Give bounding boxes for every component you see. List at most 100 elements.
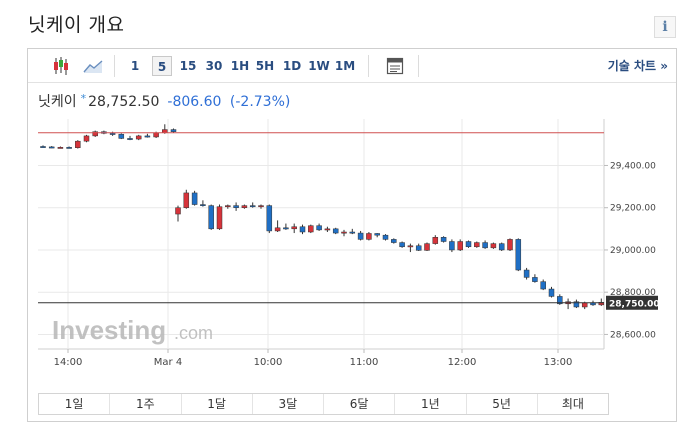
candle-body [440, 237, 447, 242]
candle [424, 242, 430, 252]
candle-body [498, 243, 505, 251]
candle-body [249, 205, 256, 208]
range-1w[interactable]: 1주 [110, 394, 182, 414]
candle [127, 135, 133, 141]
candle-body [48, 146, 55, 149]
chart-widget: 1 5 15 30 1H 5H 1D 1W 1M 기술 차트 » 닛케이 * 28,… [27, 48, 677, 422]
candle [490, 242, 497, 249]
candle [548, 286, 555, 298]
candle [540, 279, 546, 291]
candle [191, 190, 198, 206]
candle [507, 238, 513, 252]
candle [118, 133, 125, 140]
candle [274, 220, 281, 232]
candle-body [109, 133, 116, 135]
candle [407, 243, 414, 253]
candle-body [465, 241, 472, 248]
y-tick-label: 28,600.00 [610, 330, 656, 340]
candle-body [415, 245, 422, 251]
candle [465, 240, 472, 248]
candle-body [283, 227, 289, 230]
candle-body [291, 226, 297, 230]
candle-body [424, 243, 430, 251]
investing-logo-suffix: .com [174, 323, 213, 343]
range-3m[interactable]: 3달 [253, 394, 324, 414]
candle-body [127, 138, 133, 140]
candle-body [225, 205, 231, 208]
candle-body [316, 225, 322, 231]
candle [357, 230, 364, 241]
candle [75, 140, 81, 149]
candle-body [216, 206, 223, 230]
candle-body [399, 242, 405, 248]
candle [440, 236, 447, 243]
candle [283, 223, 289, 230]
candle [40, 145, 46, 148]
candle [175, 205, 181, 222]
range-1m[interactable]: 1달 [182, 394, 253, 414]
x-tick-label: 12:00 [448, 357, 477, 368]
page-title: 닛케이 개요 [28, 14, 125, 36]
x-tick-label: 11:00 [350, 357, 379, 368]
candle [316, 223, 322, 231]
candle-body [57, 147, 64, 149]
candle [523, 267, 530, 280]
candle-body [118, 133, 125, 139]
x-tick-label: 10:00 [254, 357, 283, 368]
candle-body [308, 225, 314, 233]
current-price-label: 28,750.00 [609, 299, 660, 309]
candle [308, 224, 314, 234]
candle [349, 228, 356, 235]
candle [474, 241, 480, 248]
range-1d[interactable]: 1일 [39, 394, 111, 414]
candle-body [449, 241, 455, 251]
candle-body [170, 129, 177, 132]
candle-body [432, 237, 439, 244]
range-1y[interactable]: 1년 [395, 394, 467, 414]
candle [432, 235, 439, 245]
candle-body [274, 227, 281, 232]
candle [382, 234, 389, 241]
candle [449, 239, 455, 253]
candle [374, 233, 380, 238]
candle [92, 130, 98, 137]
candle [391, 238, 397, 244]
candle-body [523, 269, 530, 278]
candle-body [40, 146, 46, 148]
candle-body [382, 234, 389, 240]
candle-body [540, 281, 546, 290]
range-max[interactable]: 최대 [538, 394, 608, 414]
candle-body [144, 135, 151, 138]
candle-body [324, 228, 331, 231]
candle [415, 243, 422, 252]
candle [598, 298, 605, 306]
candle-body [349, 231, 356, 234]
candle [399, 241, 405, 248]
y-tick-label: 29,000.00 [610, 246, 656, 256]
candle-body [548, 288, 555, 297]
candle [573, 299, 580, 309]
candle [515, 238, 522, 272]
x-tick-label: 13:00 [544, 357, 573, 368]
candle-body [474, 242, 480, 248]
candle-body [191, 192, 198, 205]
candle [532, 274, 538, 283]
candle-body [258, 205, 264, 208]
candle-body [357, 232, 364, 240]
price-chart[interactable]: Investing .com 28,750.00 29,400.00 29,200.… [28, 49, 676, 389]
candle [249, 202, 256, 208]
candle-body [66, 147, 72, 149]
candle-body [241, 205, 248, 208]
candle-body [366, 233, 372, 240]
info-button[interactable]: i [654, 16, 676, 38]
candle-body [374, 233, 380, 236]
candle-body [153, 132, 159, 138]
candle-body [532, 277, 538, 282]
range-5y[interactable]: 5년 [467, 394, 538, 414]
candle [366, 232, 372, 241]
candle [48, 146, 55, 149]
candle [183, 189, 190, 209]
y-tick-label: 29,200.00 [610, 204, 656, 214]
range-6m[interactable]: 6달 [324, 394, 396, 414]
candle [233, 202, 239, 211]
